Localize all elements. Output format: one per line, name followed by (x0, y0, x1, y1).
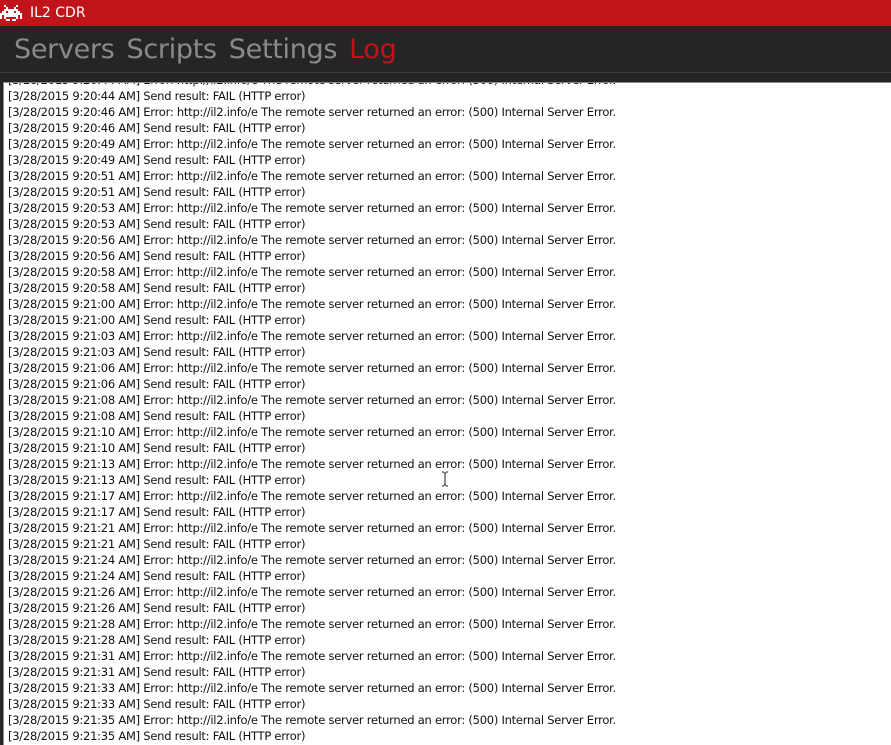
log-line: [3/28/2015 9:21:08 AM] Send result: FAIL… (8, 409, 306, 423)
title-bar[interactable]: IL2 CDR (0, 0, 891, 26)
log-line: [3/28/2015 9:21:33 AM] Error: http://il2… (8, 681, 616, 695)
log-line: [3/28/2015 9:21:00 AM] Error: http://il2… (8, 297, 616, 311)
log-line: [3/28/2015 9:20:49 AM] Error: http://il2… (8, 137, 616, 151)
log-line: [3/28/2015 9:21:17 AM] Send result: FAIL… (8, 505, 306, 519)
log-line: [3/28/2015 9:20:53 AM] Error: http://il2… (8, 201, 616, 215)
log-line: [3/28/2015 9:21:13 AM] Error: http://il2… (8, 457, 616, 471)
log-line: [3/28/2015 9:21:26 AM] Error: http://il2… (8, 585, 616, 599)
log-line: [3/28/2015 9:20:56 AM] Error: http://il2… (8, 233, 616, 247)
log-line: [3/28/2015 9:21:28 AM] Send result: FAIL… (8, 633, 306, 647)
log-line: [3/28/2015 9:21:13 AM] Send result: FAIL… (8, 473, 306, 487)
log-line: [3/28/2015 9:20:44 AM] Send result: FAIL… (8, 89, 306, 103)
log-line: [3/28/2015 9:20:46 AM] Error: http://il2… (8, 105, 616, 119)
log-line: [3/28/2015 9:21:10 AM] Error: http://il2… (8, 425, 616, 439)
nav-servers[interactable]: Servers (14, 34, 115, 65)
log-line: [3/28/2015 9:21:24 AM] Error: http://il2… (8, 553, 616, 567)
log-line: [3/28/2015 9:21:31 AM] Send result: FAIL… (8, 665, 306, 679)
nav-divider (0, 72, 891, 73)
log-line: [3/28/2015 9:20:53 AM] Send result: FAIL… (8, 217, 306, 231)
log-line: [3/28/2015 9:21:31 AM] Error: http://il2… (8, 649, 616, 663)
nav-scripts[interactable]: Scripts (127, 34, 218, 65)
log-line: [3/28/2015 9:21:21 AM] Error: http://il2… (8, 521, 616, 535)
log-line: [3/28/2015 9:21:33 AM] Send result: FAIL… (8, 697, 306, 711)
log-line: [3/28/2015 9:20:46 AM] Send result: FAIL… (8, 121, 306, 135)
log-line: [3/28/2015 9:21:08 AM] Error: http://il2… (8, 393, 616, 407)
log-line: [3/28/2015 9:21:21 AM] Send result: FAIL… (8, 537, 306, 551)
log-line: [3/28/2015 9:20:49 AM] Send result: FAIL… (8, 153, 306, 167)
log-line: [3/28/2015 9:21:03 AM] Send result: FAIL… (8, 345, 306, 359)
log-line: [3/28/2015 9:21:00 AM] Send result: FAIL… (8, 313, 306, 327)
main-nav: Servers Scripts Settings Log (0, 26, 891, 72)
log-line: [3/28/2015 9:20:51 AM] Error: http://il2… (8, 169, 616, 183)
log-line: [3/28/2015 9:21:28 AM] Error: http://il2… (8, 617, 616, 631)
log-line: [3/28/2015 9:21:10 AM] Send result: FAIL… (8, 441, 306, 455)
log-line: [3/28/2015 9:21:35 AM] Error: http://il2… (8, 713, 616, 727)
log-lines: [3/28/2015 9:20:44 AM] Error: http://il2… (8, 83, 891, 744)
log-line: [3/28/2015 9:21:17 AM] Error: http://il2… (8, 489, 616, 503)
log-line: [3/28/2015 9:20:51 AM] Send result: FAIL… (8, 185, 306, 199)
log-line: [3/28/2015 9:21:35 AM] Send result: FAIL… (8, 729, 306, 743)
log-textbox[interactable]: [3/28/2015 9:20:44 AM] Error: http://il2… (3, 82, 891, 745)
ibeam-cursor-icon (442, 471, 448, 487)
log-line: [3/28/2015 9:21:26 AM] Send result: FAIL… (8, 601, 306, 615)
log-line: [3/28/2015 9:20:58 AM] Error: http://il2… (8, 265, 616, 279)
window-title: IL2 CDR (30, 5, 86, 21)
log-line: [3/28/2015 9:21:06 AM] Error: http://il2… (8, 361, 616, 375)
space-invader-icon (0, 5, 22, 21)
log-line: [3/28/2015 9:21:24 AM] Send result: FAIL… (8, 569, 306, 583)
nav-log[interactable]: Log (349, 34, 397, 65)
log-line: [3/28/2015 9:20:58 AM] Send result: FAIL… (8, 281, 306, 295)
log-line: [3/28/2015 9:21:03 AM] Error: http://il2… (8, 329, 616, 343)
log-line: [3/28/2015 9:21:06 AM] Send result: FAIL… (8, 377, 306, 391)
log-line: [3/28/2015 9:20:56 AM] Send result: FAIL… (8, 249, 306, 263)
app-window: IL2 CDR Servers Scripts Settings Log [3/… (0, 0, 891, 745)
nav-settings[interactable]: Settings (229, 34, 338, 65)
